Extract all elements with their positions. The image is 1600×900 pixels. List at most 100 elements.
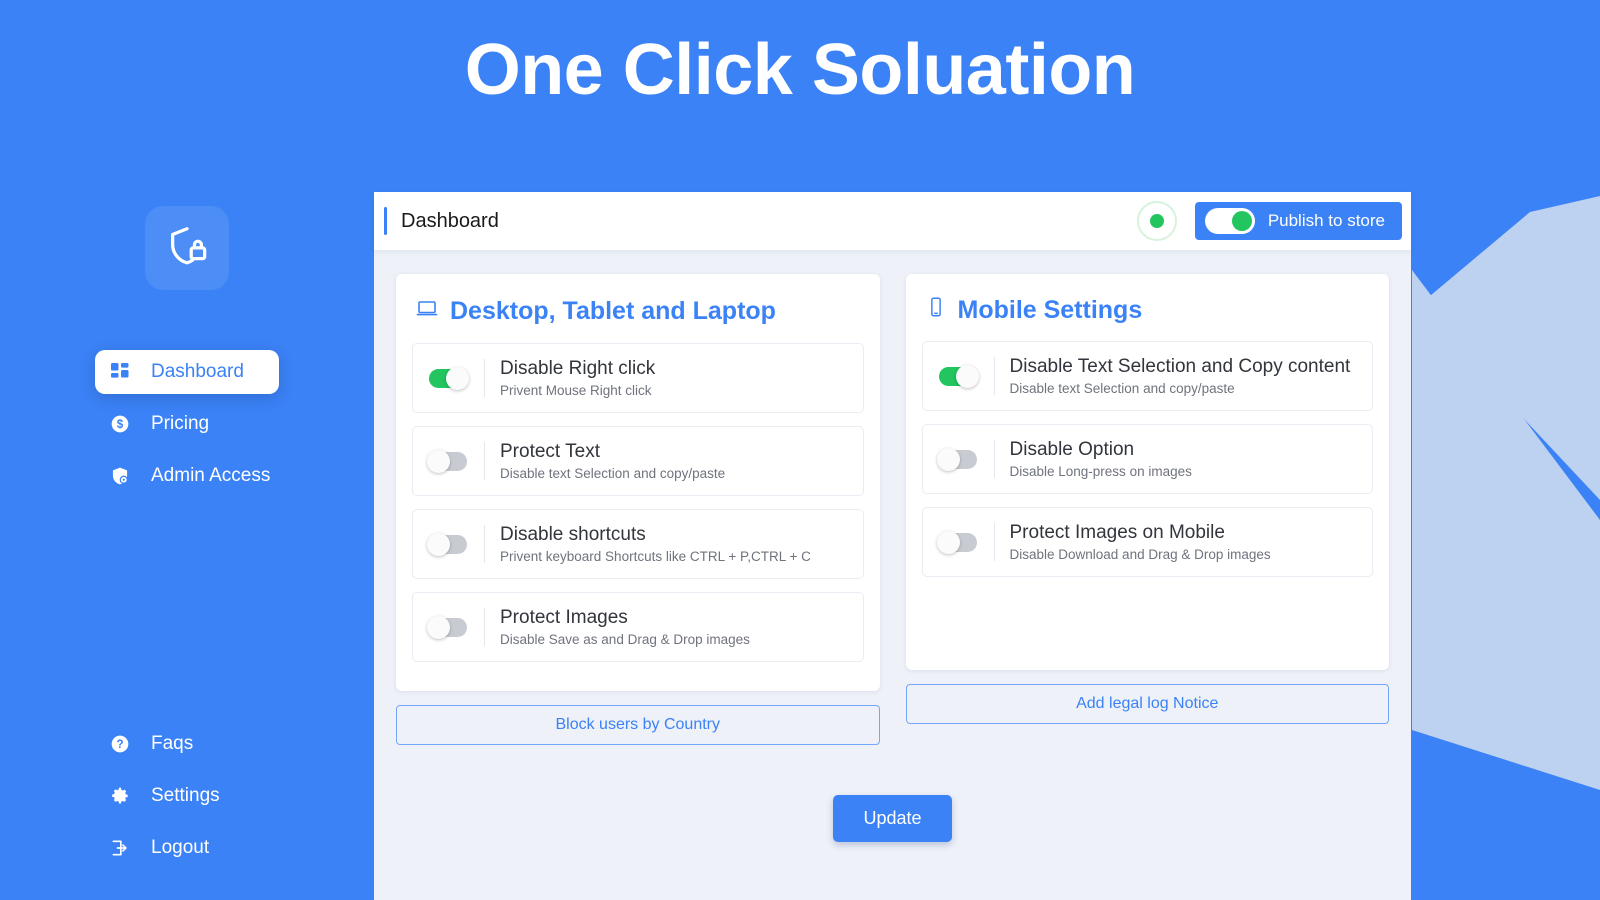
setting-subtitle: Disable Long-press on images <box>1009 464 1192 479</box>
setting-subtitle: Disable Save as and Drag & Drop images <box>500 632 750 647</box>
toggle-knob <box>446 366 469 390</box>
block-users-by-country-button[interactable]: Block users by Country <box>396 705 880 745</box>
online-green-dot <box>1149 214 1164 228</box>
toggle-knob <box>427 615 450 639</box>
app-logo <box>145 206 229 290</box>
mobile-settings-card: Mobile Settings Disable Text Selection a… <box>905 274 1389 670</box>
publish-toggle[interactable] <box>1204 208 1255 234</box>
setting-row[interactable]: Disable Option Disable Long-press on ima… <box>921 424 1373 494</box>
shield-user-icon <box>109 465 131 487</box>
sidebar-item-label: Dashboard <box>151 361 244 382</box>
setting-title: Protect Images <box>500 607 628 628</box>
toggle-protect-images-mobile[interactable] <box>936 530 977 554</box>
setting-row[interactable]: Disable Text Selection and Copy content … <box>921 341 1373 411</box>
toggle-knob <box>955 364 979 388</box>
publish-toggle-knob <box>1231 211 1252 231</box>
sidebar-nav-secondary: ? Faqs Settings Logout <box>0 722 374 870</box>
sidebar-item-logout[interactable]: Logout <box>95 826 279 870</box>
sidebar: Dashboard $ Pricing Admin Access ? Faqs … <box>0 0 374 900</box>
setting-text: Protect Images on Mobile Disable Downloa… <box>1010 522 1271 562</box>
sidebar-item-label: Pricing <box>151 413 210 434</box>
status-badge <box>1136 201 1177 241</box>
sidebar-item-dashboard[interactable]: Dashboard <box>95 350 279 394</box>
shield-lock-icon <box>164 223 210 274</box>
setting-row[interactable]: Disable Right click Privent Mouse Right … <box>412 343 864 413</box>
row-divider <box>993 523 995 561</box>
setting-title: Protect Images on Mobile <box>1009 522 1225 543</box>
desktop-card-title: Desktop, Tablet and Laptop <box>450 297 776 325</box>
toggle-disable-shortcuts[interactable] <box>427 532 467 556</box>
setting-row[interactable]: Disable shortcuts Privent keyboard Short… <box>412 509 864 579</box>
setting-subtitle: Privent Mouse Right click <box>500 383 652 398</box>
setting-text: Protect Images Disable Save as and Drag … <box>500 607 750 647</box>
dollar-circle-icon: $ <box>109 413 131 435</box>
grid-dashboard-icon <box>109 361 131 383</box>
setting-row[interactable]: Protect Images Disable Save as and Drag … <box>412 592 864 662</box>
setting-title: Disable shortcuts <box>500 524 646 545</box>
laptop-icon <box>415 296 439 327</box>
setting-text: Disable Text Selection and Copy content … <box>1010 356 1351 396</box>
toggle-protect-images[interactable] <box>427 615 467 639</box>
sidebar-item-label: Logout <box>151 837 210 858</box>
gear-icon <box>109 785 131 807</box>
sidebar-item-faqs[interactable]: ? Faqs <box>95 722 279 766</box>
row-divider <box>484 525 485 563</box>
setting-row[interactable]: Protect Images on Mobile Disable Downloa… <box>921 507 1373 577</box>
setting-subtitle: Disable Download and Drag & Drop images <box>1009 547 1271 562</box>
setting-row[interactable]: Protect Text Disable text Selection and … <box>412 426 864 496</box>
svg-text:?: ? <box>116 738 123 751</box>
update-button-row: Update <box>396 795 1389 842</box>
setting-title: Disable Right click <box>500 358 656 379</box>
toggle-protect-text[interactable] <box>427 449 467 473</box>
row-divider <box>993 440 995 478</box>
svg-text:$: $ <box>117 418 124 431</box>
toggle-knob <box>936 530 960 554</box>
publish-to-store-button[interactable]: Publish to store <box>1194 202 1402 240</box>
toggle-knob <box>936 447 960 471</box>
row-divider <box>484 359 485 397</box>
sidebar-item-settings[interactable]: Settings <box>95 774 279 818</box>
row-divider <box>484 608 485 646</box>
publish-label: Publish to store <box>1267 211 1385 230</box>
setting-subtitle: Disable text Selection and copy/paste <box>1009 381 1235 396</box>
breadcrumb: Dashboard <box>401 209 499 232</box>
toggle-disable-right-click[interactable] <box>429 366 469 390</box>
desktop-settings-card: Desktop, Tablet and Laptop Disable Right… <box>396 274 880 691</box>
setting-text: Disable shortcuts Privent keyboard Short… <box>500 524 811 564</box>
setting-text: Disable Right click Privent Mouse Right … <box>500 358 655 398</box>
mobile-phone-icon <box>925 296 947 325</box>
update-button[interactable]: Update <box>833 795 952 842</box>
header-accent-bar <box>384 207 387 235</box>
mobile-column: Mobile Settings Disable Text Selection a… <box>905 274 1389 745</box>
mobile-card-title: Mobile Settings <box>957 296 1143 324</box>
setting-title: Disable Option <box>1009 439 1135 460</box>
sidebar-item-label: Settings <box>151 785 220 806</box>
panel-body: Desktop, Tablet and Laptop Disable Right… <box>374 250 1411 900</box>
question-circle-icon: ? <box>109 733 131 755</box>
sidebar-item-pricing[interactable]: $ Pricing <box>95 402 279 446</box>
sidebar-item-label: Admin Access <box>151 465 271 486</box>
settings-cards-row: Desktop, Tablet and Laptop Disable Right… <box>396 274 1389 745</box>
logout-arrow-icon <box>109 837 131 859</box>
toggle-disable-option[interactable] <box>936 447 977 471</box>
row-divider <box>484 442 485 480</box>
add-legal-log-notice-button[interactable]: Add legal log Notice <box>905 684 1389 724</box>
setting-subtitle: Disable text Selection and copy/paste <box>500 466 726 481</box>
setting-text: Disable Option Disable Long-press on ima… <box>1010 439 1192 479</box>
toggle-knob <box>427 449 450 473</box>
setting-title: Protect Text <box>500 441 600 462</box>
desktop-card-header: Desktop, Tablet and Laptop <box>415 296 864 327</box>
sidebar-item-label: Faqs <box>151 733 194 754</box>
sidebar-item-admin-access[interactable]: Admin Access <box>95 454 279 498</box>
header-actions: Publish to store <box>1136 201 1402 241</box>
setting-subtitle: Privent keyboard Shortcuts like CTRL + P… <box>500 549 811 564</box>
mobile-card-header: Mobile Settings <box>925 296 1374 325</box>
setting-title: Disable Text Selection and Copy content <box>1009 356 1351 377</box>
row-divider <box>993 357 995 395</box>
sidebar-nav-primary: Dashboard $ Pricing Admin Access <box>0 350 374 498</box>
panel-header: Dashboard Publish to store <box>374 192 1411 250</box>
desktop-column: Desktop, Tablet and Laptop Disable Right… <box>396 274 880 745</box>
toggle-knob <box>427 532 450 556</box>
setting-text: Protect Text Disable text Selection and … <box>500 441 725 481</box>
toggle-disable-text-selection[interactable] <box>938 364 979 388</box>
